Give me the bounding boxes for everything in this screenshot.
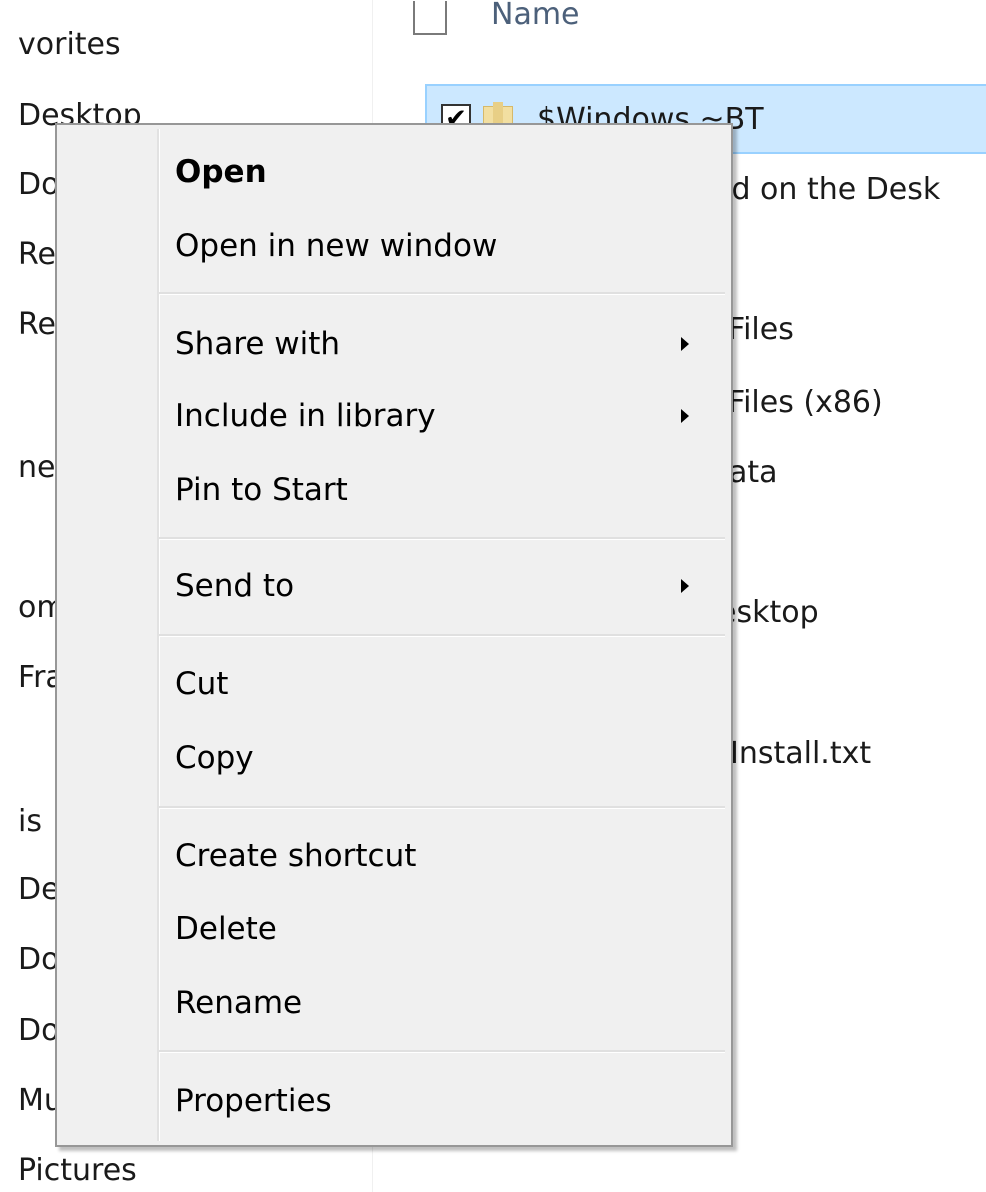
menu-item-properties[interactable]: Properties xyxy=(61,1066,727,1136)
menu-item-label: Delete xyxy=(175,911,277,947)
file-row-partial[interactable]: esktop xyxy=(718,595,819,630)
nav-item-this-pc[interactable]: is xyxy=(18,803,42,841)
file-row-partial[interactable]: Files xyxy=(728,312,794,347)
menu-item-pin-to-start[interactable]: Pin to Start xyxy=(61,455,727,525)
menu-item-open[interactable]: Open xyxy=(61,137,727,207)
column-header-label: Name xyxy=(491,0,580,32)
file-row-partial[interactable]: Install.txt xyxy=(730,736,871,771)
menu-item-cut[interactable]: Cut xyxy=(61,649,727,719)
menu-item-label: Rename xyxy=(175,985,303,1021)
menu-item-label: Open xyxy=(175,154,267,190)
nav-item-documents-2[interactable]: Do xyxy=(18,941,59,979)
menu-item-label: Create shortcut xyxy=(175,838,417,874)
nav-item-documents[interactable]: Do xyxy=(18,166,59,204)
column-header-name[interactable]: Name xyxy=(413,0,580,42)
submenu-arrow-icon xyxy=(681,337,689,351)
menu-item-label: Copy xyxy=(175,740,254,776)
menu-item-label: Properties xyxy=(175,1083,332,1119)
file-row-partial[interactable]: Files (x86) xyxy=(728,385,883,420)
menu-item-label: Include in library xyxy=(175,398,436,434)
menu-separator xyxy=(159,806,725,809)
select-all-checkbox[interactable] xyxy=(413,1,447,35)
menu-item-label: Cut xyxy=(175,666,229,702)
menu-item-copy[interactable]: Copy xyxy=(61,723,727,793)
nav-item-desktop-2[interactable]: De xyxy=(18,871,60,909)
menu-separator xyxy=(159,1050,725,1053)
menu-item-delete[interactable]: Delete xyxy=(61,894,727,964)
nav-item-recent-2[interactable]: Re xyxy=(18,306,56,344)
context-menu: Open Open in new window Share with Inclu… xyxy=(55,123,733,1147)
menu-item-rename[interactable]: Rename xyxy=(61,968,727,1038)
menu-item-include-in-library[interactable]: Include in library xyxy=(61,381,727,451)
menu-item-label: Pin to Start xyxy=(175,472,348,508)
menu-item-share-with[interactable]: Share with xyxy=(61,309,727,379)
submenu-arrow-icon xyxy=(681,409,689,423)
menu-item-send-to[interactable]: Send to xyxy=(61,551,727,621)
file-row-partial[interactable]: ed on the Desk xyxy=(713,172,940,207)
menu-item-create-shortcut[interactable]: Create shortcut xyxy=(61,821,727,891)
menu-separator xyxy=(159,292,725,295)
menu-separator xyxy=(159,634,725,637)
menu-item-label: Open in new window xyxy=(175,228,498,264)
menu-item-open-in-new-window[interactable]: Open in new window xyxy=(61,211,727,281)
nav-item-pictures[interactable]: Pictures xyxy=(18,1152,137,1190)
nav-item-favorites[interactable]: vorites xyxy=(18,26,121,64)
nav-item-recent-1[interactable]: Re xyxy=(18,236,56,274)
menu-separator xyxy=(159,537,725,540)
menu-item-label: Share with xyxy=(175,326,341,362)
explorer-window: vorites Desktop Do Re Re ne om Fra is De… xyxy=(0,0,986,1192)
nav-item-downloads[interactable]: Do xyxy=(18,1012,59,1050)
file-row-partial[interactable]: ata xyxy=(729,455,778,490)
menu-item-label: Send to xyxy=(175,568,295,604)
nav-item-homegroup[interactable]: ne xyxy=(18,449,55,487)
submenu-arrow-icon xyxy=(681,579,689,593)
